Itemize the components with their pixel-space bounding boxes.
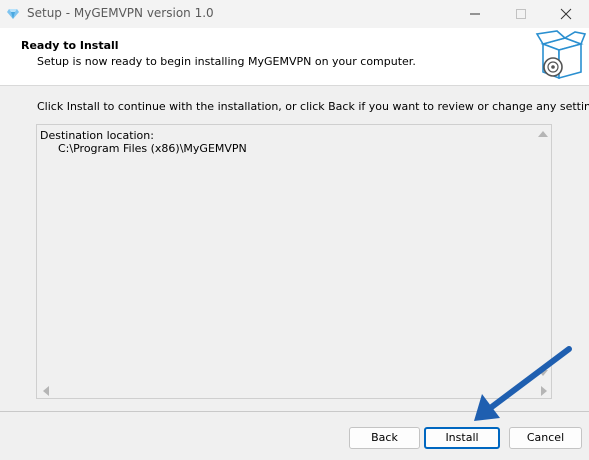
window-title: Setup - MyGEMVPN version 1.0 [27, 6, 214, 20]
minimize-icon [470, 13, 480, 15]
install-button[interactable]: Install [424, 427, 500, 449]
gem-icon [7, 9, 19, 19]
scroll-down-icon[interactable] [537, 368, 549, 378]
cancel-button[interactable]: Cancel [509, 427, 582, 449]
title-bar: Setup - MyGEMVPN version 1.0 [0, 0, 589, 28]
install-box-icon [535, 30, 587, 80]
page-subtitle: Setup is now ready to begin installing M… [37, 55, 416, 68]
page-title: Ready to Install [21, 39, 119, 52]
maximize-icon [516, 9, 526, 19]
ready-memo[interactable]: Destination location: C:\Program Files (… [36, 124, 552, 399]
footer-divider [0, 411, 589, 412]
memo-destination-label: Destination location: [40, 129, 154, 142]
scroll-left-icon[interactable] [41, 385, 51, 397]
scroll-up-icon[interactable] [537, 129, 549, 139]
back-button[interactable]: Back [349, 427, 420, 449]
wizard-header: Ready to Install Setup is now ready to b… [0, 28, 589, 86]
scroll-right-icon[interactable] [539, 385, 549, 397]
minimize-button[interactable] [452, 0, 498, 28]
close-button[interactable] [543, 0, 589, 28]
memo-destination-path: C:\Program Files (x86)\MyGEMVPN [58, 142, 247, 155]
instruction-text: Click Install to continue with the insta… [37, 100, 589, 113]
close-icon [560, 8, 572, 20]
maximize-button[interactable] [498, 0, 544, 28]
